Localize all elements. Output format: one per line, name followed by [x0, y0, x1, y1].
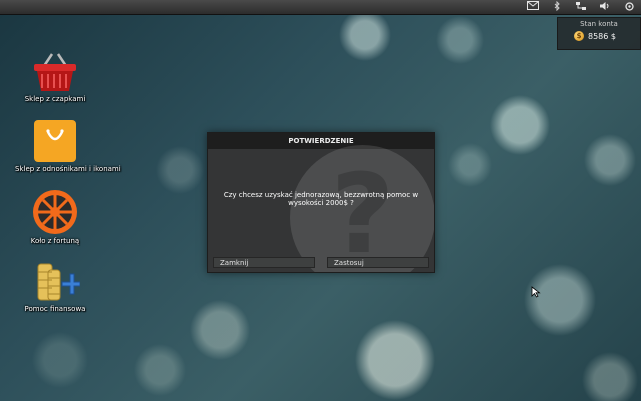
coin-icon: $: [574, 31, 584, 41]
desktop-icon-links-shop[interactable]: Sklep z odnośnikami i ikonami: [15, 118, 121, 173]
desktop-icon-hat-shop[interactable]: Sklep z czapkami: [15, 50, 95, 103]
wheel-icon: [31, 188, 79, 236]
desktop-icon-label: Pomoc finansowa: [24, 305, 86, 313]
balance-title: Stan konta: [580, 20, 618, 28]
volume-icon[interactable]: [598, 1, 612, 13]
close-button[interactable]: Zamknij: [213, 257, 315, 268]
dialog-message: Czy chcesz uzyskać jednorazową, bezzwrot…: [223, 191, 419, 207]
question-mark-icon: ?: [290, 145, 434, 272]
mail-icon[interactable]: [526, 1, 540, 13]
account-balance-widget: Stan konta $ 8586 $: [557, 17, 641, 50]
desktop-icon-label: Koło z fortuną: [30, 237, 80, 245]
desktop-icon-wheel-of-fortune[interactable]: Koło z fortuną: [15, 188, 95, 245]
apply-button[interactable]: Zastosuj: [327, 257, 429, 268]
power-icon[interactable]: [622, 1, 636, 13]
confirmation-dialog: POTWIERDZENIE ? Czy chcesz uzyskać jedno…: [207, 132, 435, 273]
balance-value: 8586 $: [588, 31, 616, 41]
coins-icon: [30, 258, 81, 304]
top-panel: [0, 0, 641, 15]
bluetooth-icon[interactable]: [550, 0, 564, 13]
desktop-icon-label: Sklep z odnośnikami i ikonami: [15, 165, 121, 173]
dialog-title: POTWIERDZENIE: [208, 133, 434, 149]
desktop-icon-financial-aid[interactable]: Pomoc finansowa: [15, 258, 95, 313]
desktop-icon-label: Sklep z czapkami: [24, 95, 86, 103]
mouse-cursor-icon: [531, 283, 541, 302]
shopping-bag-icon: [32, 118, 78, 164]
system-tray: [521, 0, 641, 14]
network-icon[interactable]: [574, 1, 588, 13]
basket-icon: [30, 50, 80, 94]
